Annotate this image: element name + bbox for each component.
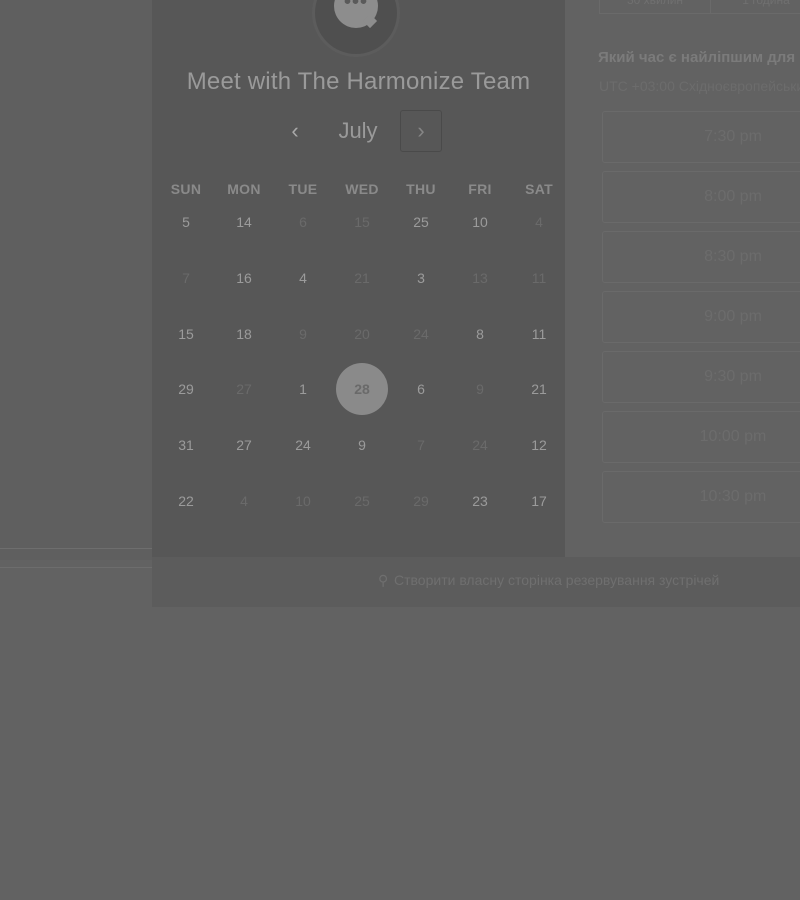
weekday-sat: SAT [525,181,553,197]
calendar-day: 25 [354,493,370,509]
calendar-day[interactable]: 11 [513,308,565,360]
time-slot-label: 7:30 pm [704,128,762,145]
calendar-day[interactable]: 21 [513,363,565,415]
calendar-day: 29 [413,493,429,509]
calendar-day[interactable]: 29 [160,363,212,415]
calendar-day[interactable]: 8 [454,308,506,360]
calendar-day[interactable]: 4 [277,252,329,304]
time-slot-button[interactable]: 9:30 pm [602,351,800,403]
calendar-day[interactable]: 31 [160,419,212,471]
tab-1-hour[interactable]: 1 година [710,0,800,14]
calendar-day[interactable]: 10 [454,196,506,248]
chat-bubble-icon: ••• [334,0,378,29]
calendar-day[interactable]: 22 [160,475,212,527]
time-slot-button[interactable]: 10:00 pm [602,411,800,463]
divider [0,548,152,549]
calendar-day: 10 [295,493,311,509]
divider [0,567,152,568]
weekday-mon: MON [227,181,261,197]
calendar-day[interactable]: 9 [336,419,388,471]
left-background [0,0,152,560]
time-slot-label: 10:00 pm [699,428,767,445]
calendar-day[interactable]: 1 [277,363,329,415]
time-slot-label: 8:00 pm [704,188,762,205]
calendar-day: 24 [472,437,488,453]
calendar-panel: ••• Meet with The Harmonize Team ‹ July … [152,0,565,557]
selected-day[interactable]: 28 [336,363,388,415]
time-slot-label: 9:30 pm [704,368,762,385]
calendar-day[interactable]: 6 [395,363,447,415]
calendar-day: 4 [535,214,543,230]
calendar-day[interactable]: 12 [513,419,565,471]
timezone-selector[interactable]: UTC +03:00 Східноєвропейський час [599,78,800,94]
time-slot-button[interactable]: 7:30 pm [602,111,800,163]
time-slot-button[interactable]: 8:00 pm [602,171,800,223]
calendar-day: 20 [354,326,370,342]
calendar-day: 24 [413,326,429,342]
weekday-wed: WED [345,181,379,197]
calendar-day: 4 [240,493,248,509]
calendar-day: 9 [476,381,484,397]
team-avatar: ••• [315,0,397,54]
time-slot-label: 8:30 pm [704,248,762,265]
calendar-day[interactable]: 5 [160,196,212,248]
time-question: Який час є найліпшим для вас? [598,49,800,66]
calendar-day: 7 [182,270,190,286]
calendar-day: 9 [299,326,307,342]
meeting-title: Meet with The Harmonize Team [186,68,531,95]
calendar-day[interactable]: 23 [454,475,506,527]
footer-link-text: Створити власну сторінка резервування зу… [394,572,720,588]
calendar-day[interactable]: 15 [160,308,212,360]
time-slot-label: 9:00 pm [704,308,762,325]
time-slot-label: 10:30 pm [699,488,767,505]
calendar-day[interactable]: 25 [395,196,447,248]
calendar-day: 7 [417,437,425,453]
tab-30-min[interactable]: 30 хвилин [599,0,711,14]
weekday-sun: SUN [170,181,202,197]
calendar-day[interactable]: 18 [218,308,270,360]
calendar-day[interactable]: 14 [218,196,270,248]
weekday-thu: THU [406,181,436,197]
calendar-day[interactable]: 27 [218,419,270,471]
weekday-tue: TUE [288,181,318,197]
next-month-button[interactable]: › [400,110,442,152]
duration-tabs: 30 хвилин 1 година [599,0,800,15]
month-navigation: ‹ July › [152,110,565,154]
calendar-day: 15 [354,214,370,230]
calendar-day: 6 [299,214,307,230]
calendar-day: 13 [472,270,488,286]
create-booking-page-link[interactable]: ⚲ Створити власну сторінка резервування з… [378,572,719,589]
hubspot-sprocket-icon: ⚲ [378,572,389,588]
month-label: July [338,118,378,143]
calendar-day: 27 [236,381,252,397]
prev-month-button[interactable]: ‹ [280,116,310,146]
calendar-day[interactable]: 3 [395,252,447,304]
calendar-day[interactable]: 17 [513,475,565,527]
time-slot-button[interactable]: 10:30 pm [602,471,800,523]
calendar-day[interactable]: 24 [277,419,329,471]
calendar-day: 11 [531,270,547,286]
time-slot-button[interactable]: 9:00 pm [602,291,800,343]
time-slot-button[interactable]: 8:30 pm [602,231,800,283]
weekday-fri: FRI [468,181,492,197]
calendar-day[interactable]: 16 [218,252,270,304]
calendar-day: 21 [354,270,370,286]
